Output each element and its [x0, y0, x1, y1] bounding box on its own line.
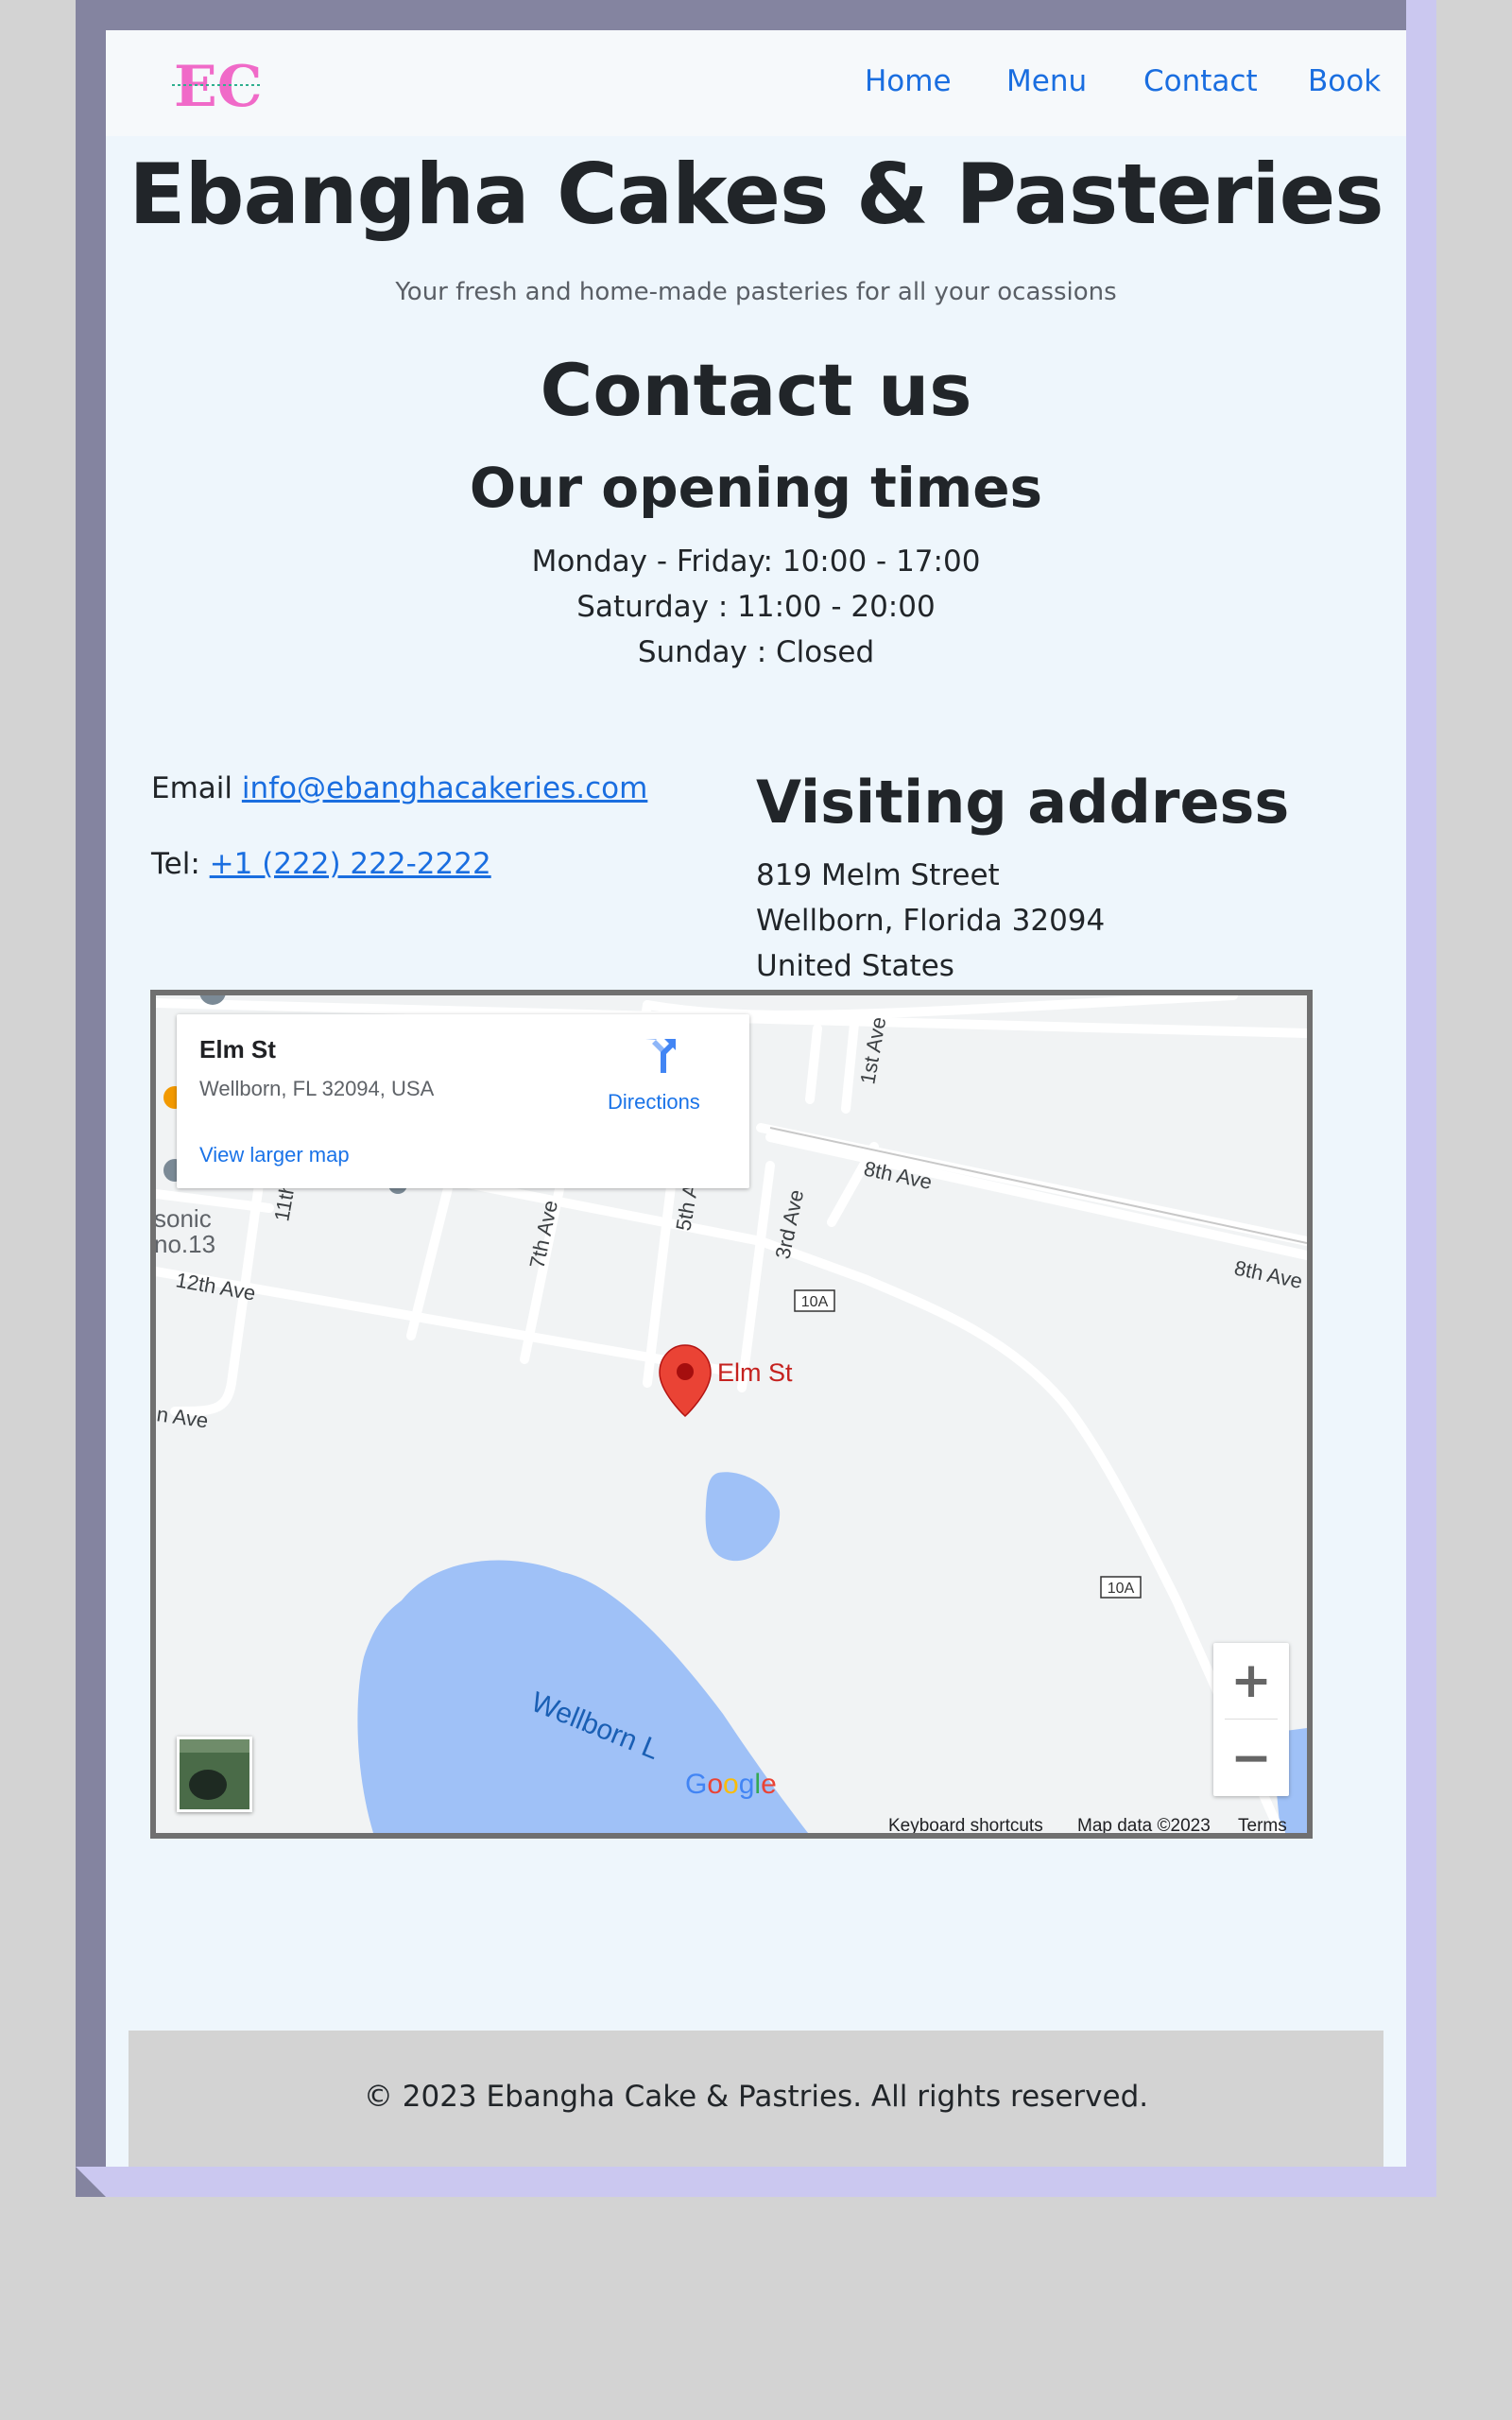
frame-border-top	[76, 0, 1436, 30]
route-shield: 10A	[1108, 1581, 1135, 1597]
tel-row: Tel: +1 (222) 222-2222	[151, 847, 491, 881]
directions-icon[interactable]	[640, 1035, 681, 1077]
page-subtitle: Your fresh and home-made pasteries for a…	[395, 278, 1117, 306]
address-country: United States	[756, 949, 954, 983]
frame-bevel-corner	[1406, 0, 1436, 30]
email-label: Email	[151, 771, 233, 805]
nav-link-menu[interactable]: Menu	[1006, 64, 1087, 98]
email-row: Email info@ebanghacakeries.com	[151, 771, 647, 805]
hours-sunday: Sunday : Closed	[637, 635, 875, 669]
nav-link-book[interactable]: Book	[1308, 64, 1381, 98]
zoom-divider	[1225, 1719, 1278, 1720]
zoom-out-button[interactable]: −	[1213, 1720, 1289, 1796]
map-label: sonic	[156, 1204, 212, 1233]
map-card-title: Elm St	[199, 1035, 276, 1063]
visiting-address-heading: Visiting address	[756, 768, 1290, 837]
satellite-toggle-button[interactable]	[177, 1737, 252, 1812]
hours-saturday: Saturday : 11:00 - 20:00	[576, 590, 936, 624]
marker-label: Elm St	[717, 1358, 793, 1387]
navbar: EC Home Menu Contact Book	[106, 30, 1406, 136]
zoom-in-button[interactable]: +	[1213, 1643, 1289, 1719]
logo[interactable]: EC	[168, 54, 263, 120]
page-container: EC Home Menu Contact Book Ebangha Cakes …	[106, 30, 1406, 2167]
hours-weekdays: Monday - Friday: 10:00 - 17:00	[531, 544, 981, 579]
frame-border-right	[1406, 0, 1436, 2197]
zoom-controls: + −	[1213, 1643, 1289, 1796]
directions-link[interactable]: Directions	[608, 1090, 700, 1115]
page-title: Ebangha Cakes & Pasteries	[129, 146, 1383, 243]
keyboard-shortcuts-link[interactable]: Keyboard shortcuts	[888, 1816, 1043, 1833]
tel-link[interactable]: +1 (222) 222-2222	[210, 847, 491, 881]
google-logo: Google	[685, 1769, 777, 1800]
address-street: 819 Melm Street	[756, 858, 1000, 892]
map-label: no.13	[156, 1230, 215, 1258]
email-link[interactable]: info@ebanghacakeries.com	[242, 771, 647, 805]
frame-border-left	[76, 0, 106, 2197]
contact-heading: Contact us	[540, 348, 972, 432]
terms-link[interactable]: Terms	[1238, 1816, 1287, 1833]
map-info-card: Elm St Wellborn, FL 32094, USA View larg…	[177, 1014, 749, 1188]
footer: © 2023 Ebangha Cake & Pastries. All righ…	[129, 2031, 1383, 2167]
google-map-embed[interactable]: 8th Ave 8th Ave 12th Ave 7th Ave 5th Ave…	[150, 990, 1313, 1839]
opening-times-heading: Our opening times	[469, 456, 1043, 520]
view-larger-map-link[interactable]: View larger map	[199, 1143, 350, 1167]
footer-copyright: © 2023 Ebangha Cake & Pastries. All righ…	[363, 2080, 1149, 2114]
address-city: Wellborn, Florida 32094	[756, 904, 1106, 938]
tel-label: Tel:	[151, 847, 200, 881]
map-data-attribution: Map data ©2023	[1077, 1816, 1211, 1836]
route-shield: 10A	[801, 1294, 829, 1310]
map-card-address: Wellborn, FL 32094, USA	[199, 1077, 435, 1100]
nav-link-home[interactable]: Home	[865, 64, 952, 98]
nav-link-contact[interactable]: Contact	[1143, 64, 1258, 98]
frame-bevel-corner	[76, 2167, 106, 2197]
frame-border-bottom	[76, 2167, 1436, 2197]
